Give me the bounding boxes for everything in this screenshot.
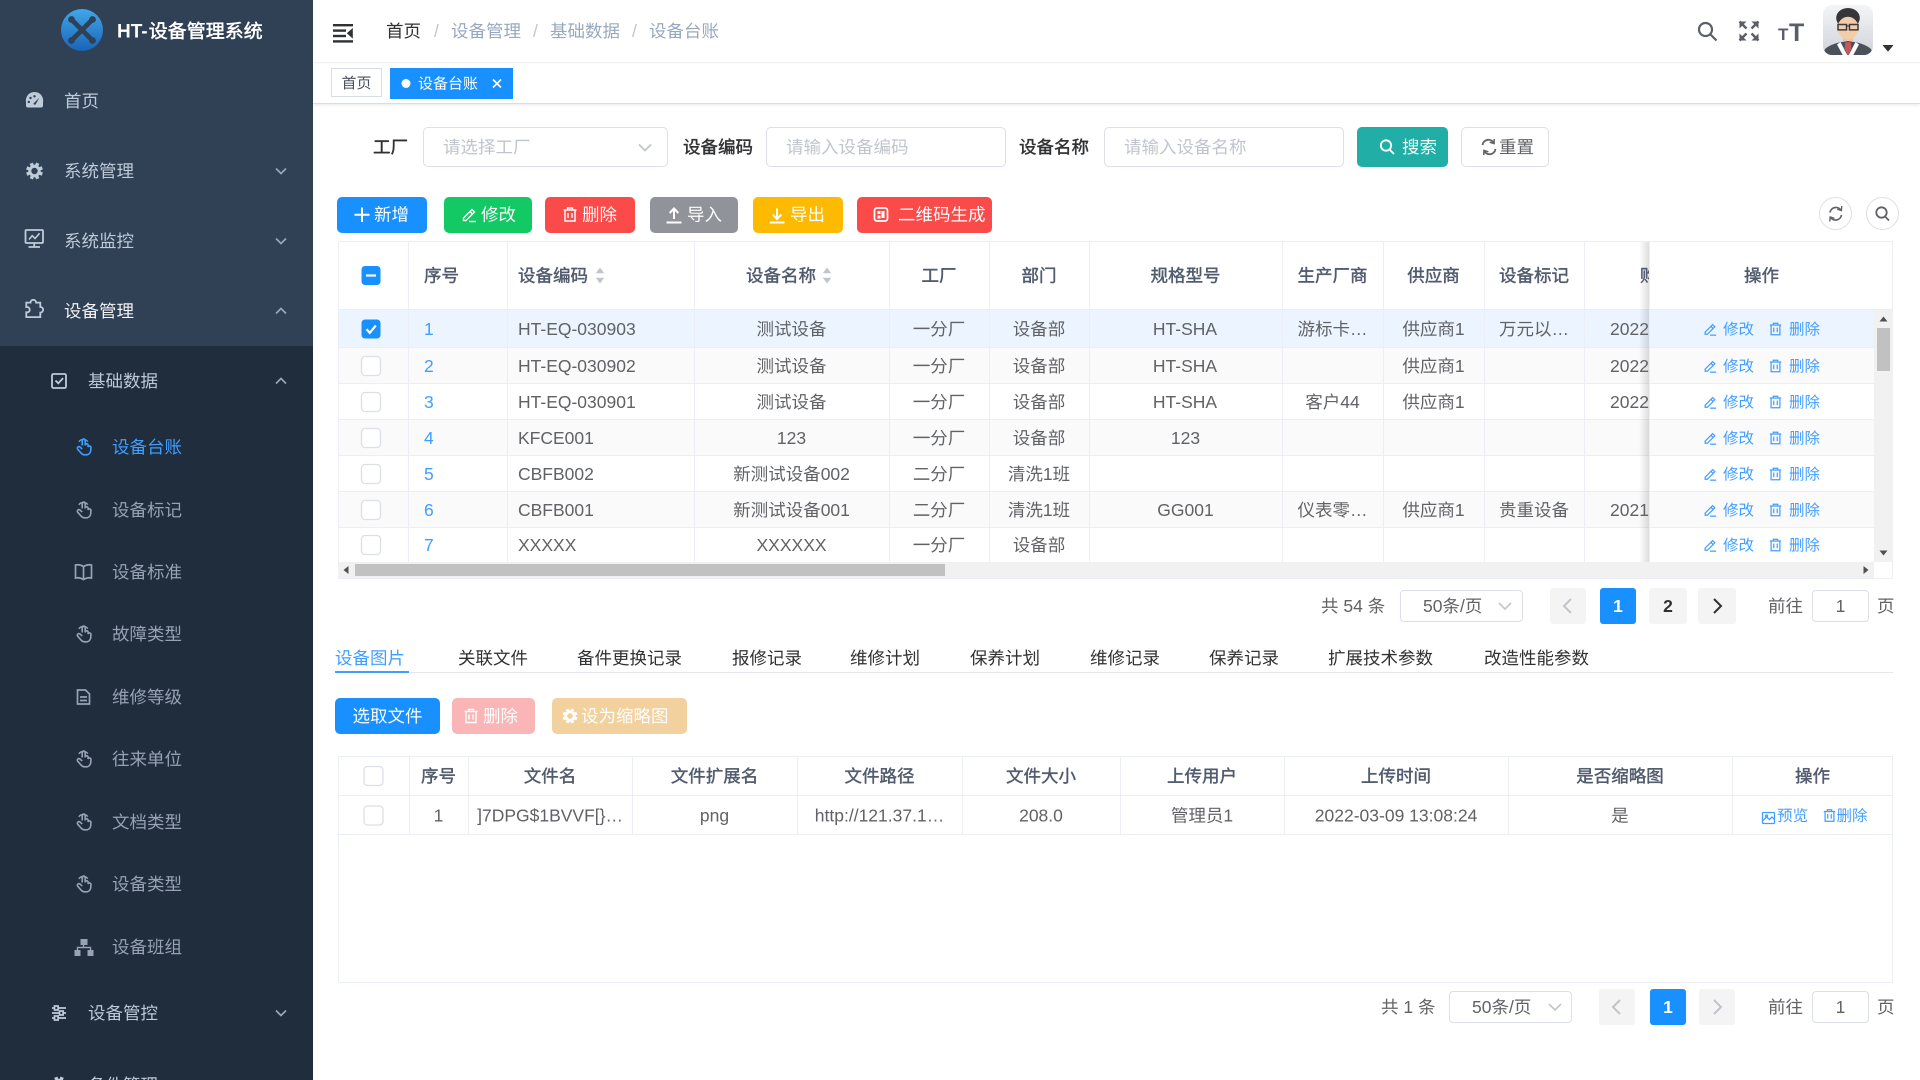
svg-text:4: 4 xyxy=(424,428,434,448)
svg-text:…: … xyxy=(1350,319,1368,339)
svg-text:HT-SHA: HT-SHA xyxy=(1153,356,1218,376)
svg-text:/: / xyxy=(1509,997,1514,1017)
svg-text:001: 001 xyxy=(821,500,850,520)
svg-text:KFCE001: KFCE001 xyxy=(518,428,594,448)
svg-text:1: 1 xyxy=(1043,464,1053,484)
svg-text:208.0: 208.0 xyxy=(1019,806,1063,826)
svg-text:T: T xyxy=(1789,19,1804,47)
svg-text:5: 5 xyxy=(424,464,434,484)
svg-text:7: 7 xyxy=(424,535,434,555)
svg-text:2021-07-09: 2021-07-09 xyxy=(1610,500,1700,520)
svg-text:1: 1 xyxy=(1455,500,1465,520)
svg-text:3: 3 xyxy=(424,392,434,412)
svg-text:1: 1 xyxy=(1455,392,1465,412)
svg-text:50: 50 xyxy=(1472,997,1492,1017)
svg-text:HT-: HT- xyxy=(117,22,148,43)
svg-text:/: / xyxy=(1460,596,1465,616)
svg-text:2022-03-09: 2022-03-09 xyxy=(1610,319,1700,339)
svg-text:123: 123 xyxy=(777,428,806,448)
svg-text:44: 44 xyxy=(1340,392,1360,412)
svg-text:2: 2 xyxy=(424,356,434,376)
svg-text:1: 1 xyxy=(1836,997,1846,1017)
svg-text:1: 1 xyxy=(1399,997,1418,1017)
svg-text:http://121.37.1…: http://121.37.1… xyxy=(815,806,944,826)
svg-text:1: 1 xyxy=(1455,319,1465,339)
svg-text:1: 1 xyxy=(1836,596,1846,616)
svg-text:T: T xyxy=(1778,25,1789,44)
svg-text:2022-03-09: 2022-03-09 xyxy=(1610,392,1700,412)
svg-text:6: 6 xyxy=(424,500,434,520)
svg-text:1: 1 xyxy=(1663,997,1673,1017)
svg-text:2: 2 xyxy=(1663,596,1673,616)
svg-text:2022-03-09: 2022-03-09 xyxy=(1610,356,1700,376)
svg-text:50: 50 xyxy=(1423,596,1443,616)
svg-text:CBFB001: CBFB001 xyxy=(518,500,594,520)
svg-text:1: 1 xyxy=(1613,596,1623,616)
svg-text:CBFB002: CBFB002 xyxy=(518,464,594,484)
svg-text:]7DPG$1BVVF[}…: ]7DPG$1BVVF[}… xyxy=(477,806,623,826)
svg-text:…: … xyxy=(1552,319,1570,339)
svg-text:HT-EQ-030901: HT-EQ-030901 xyxy=(518,392,636,412)
svg-text:…: … xyxy=(1350,500,1368,520)
svg-text:002: 002 xyxy=(821,464,850,484)
svg-text:HT-SHA: HT-SHA xyxy=(1153,392,1218,412)
svg-text:1: 1 xyxy=(1455,356,1465,376)
svg-text:1: 1 xyxy=(1043,500,1053,520)
svg-text:1: 1 xyxy=(424,319,434,339)
svg-text:XXXXXX: XXXXXX xyxy=(757,535,827,555)
svg-text:HT-SHA: HT-SHA xyxy=(1153,319,1218,339)
svg-text:XXXXX: XXXXX xyxy=(518,535,577,555)
svg-text:png: png xyxy=(700,806,729,826)
svg-text:/: / xyxy=(434,21,439,41)
svg-text:123: 123 xyxy=(1171,428,1200,448)
svg-text:HT-EQ-030903: HT-EQ-030903 xyxy=(518,319,636,339)
svg-text:GG001: GG001 xyxy=(1157,500,1213,520)
svg-text:1: 1 xyxy=(1223,806,1233,826)
svg-text:/: / xyxy=(533,21,538,41)
svg-text:HT-EQ-030902: HT-EQ-030902 xyxy=(518,356,636,376)
svg-text:2022-03-09 13:08:24: 2022-03-09 13:08:24 xyxy=(1315,806,1478,826)
svg-text:1: 1 xyxy=(434,806,444,826)
svg-text:/: / xyxy=(632,21,637,41)
svg-text:54: 54 xyxy=(1339,596,1368,616)
